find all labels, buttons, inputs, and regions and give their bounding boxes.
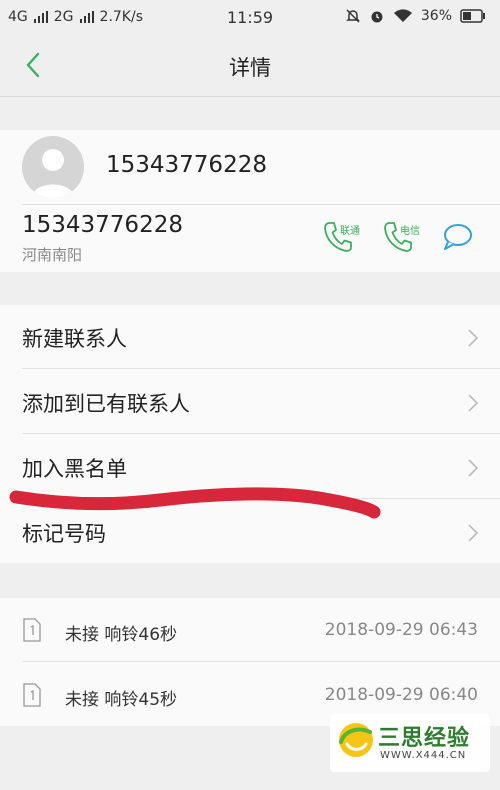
new-contact-item[interactable]: 新建联系人: [0, 305, 500, 369]
divider: [22, 498, 500, 499]
watermark-site: WWW.X444.CN: [380, 750, 467, 761]
missed-call-log-icon: [23, 683, 41, 707]
call-unicom-button[interactable]: 联通: [322, 220, 360, 258]
wifi-icon: [393, 9, 412, 22]
missed-call-log-icon: [23, 618, 41, 642]
call-telecom-button[interactable]: 电信: [382, 220, 420, 258]
watermark: 三思经验 WWW.X444.CN: [330, 714, 490, 772]
call-status: 未接 响铃46秒: [65, 625, 178, 645]
message-icon: [444, 224, 472, 250]
mute-bell-icon: [346, 9, 360, 23]
divider: [22, 368, 500, 369]
call-history: 未接 响铃46秒 2018-09-29 06:43 未接 响铃45秒 2018-…: [0, 598, 500, 726]
call-unicom-label: 联通: [340, 226, 360, 237]
call-log-item[interactable]: 未接 响铃46秒 2018-09-29 06:43: [0, 598, 500, 662]
chevron-right-icon: [468, 459, 478, 477]
menu-item-label: 标记号码: [22, 522, 106, 546]
avatar-icon[interactable]: [22, 136, 84, 198]
contact-card: 15343776228 15343776228 河南南阳 联通 电信: [0, 130, 500, 272]
nav-bar: 详情: [0, 34, 500, 97]
phone-location: 河南南阳: [22, 246, 83, 264]
battery-percent: 36%: [420, 8, 452, 24]
chevron-right-icon: [468, 394, 478, 412]
call-status: 未接 响铃45秒: [65, 690, 178, 710]
phone-number: 15343776228: [22, 212, 183, 238]
menu-item-label: 加入黑名单: [22, 457, 127, 481]
status-bar: 4G 2G 2.7K/s 11:59 36%: [0, 0, 500, 34]
alarm-icon: [371, 11, 383, 23]
watermark-brand: 三思经验: [378, 726, 471, 751]
call-time: 2018-09-29 06:40: [324, 685, 478, 705]
add-to-blacklist-item[interactable]: 加入黑名单: [0, 435, 500, 499]
divider: [22, 433, 500, 434]
menu-item-label: 添加到已有联系人: [22, 392, 190, 416]
divider: [22, 661, 500, 662]
status-right: 36%: [345, 8, 486, 24]
chevron-right-icon: [468, 524, 478, 542]
contact-name: 15343776228: [106, 152, 267, 178]
chevron-right-icon: [468, 329, 478, 347]
menu-item-label: 新建联系人: [22, 327, 127, 351]
smiley-logo-icon: [339, 723, 373, 757]
battery-icon: [460, 9, 485, 23]
actions-menu: 新建联系人 添加到已有联系人 加入黑名单 标记号码: [0, 305, 500, 563]
mark-number-item[interactable]: 标记号码: [0, 500, 500, 564]
call-time: 2018-09-29 06:43: [324, 620, 478, 640]
page-title: 详情: [229, 56, 271, 80]
divider: [22, 204, 500, 205]
call-telecom-label: 电信: [400, 226, 420, 237]
add-to-existing-item[interactable]: 添加到已有联系人: [0, 370, 500, 434]
message-button[interactable]: [442, 222, 474, 252]
